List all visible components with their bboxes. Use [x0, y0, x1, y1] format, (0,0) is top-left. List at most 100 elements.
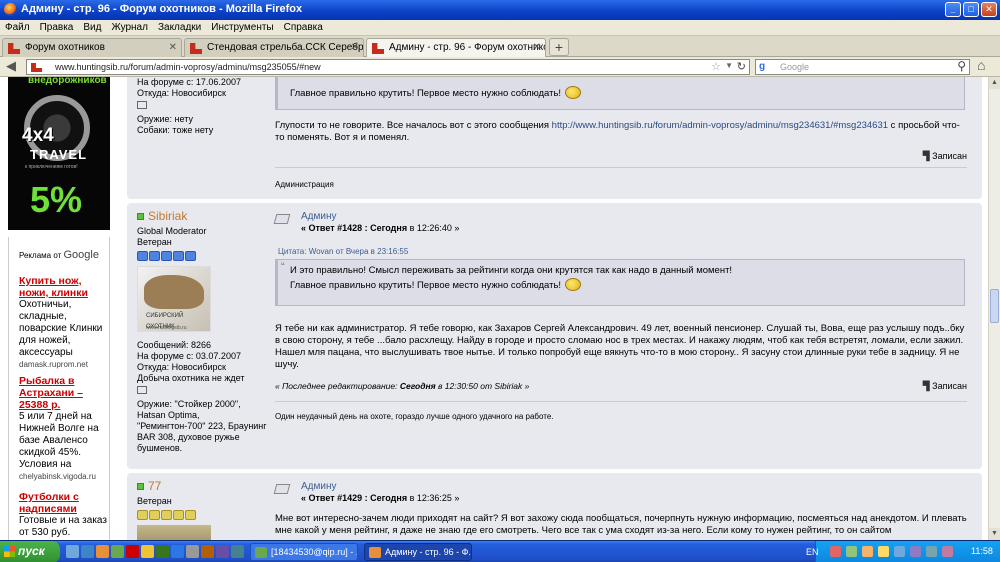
post-link[interactable]: http://www.huntingsib.ru/forum/admin-vop… — [552, 120, 888, 131]
taskbar-firefox[interactable]: Админу - стр. 96 - Ф... — [364, 543, 472, 561]
tab-shooting[interactable]: Стендовая стрельба.ССК Серебряное ... ✕ — [184, 38, 364, 57]
avatar — [137, 525, 211, 540]
tray-icon[interactable] — [862, 546, 873, 557]
menu-tools[interactable]: Инструменты — [206, 20, 278, 33]
record-icon: ▜ — [922, 381, 930, 391]
menu-view[interactable]: Вид — [78, 20, 106, 33]
reload-icon[interactable]: ↻ — [737, 60, 746, 73]
app-icon[interactable] — [231, 545, 244, 558]
minimize-button[interactable]: _ — [945, 2, 961, 17]
poster-weapon: Оружие: нету — [137, 114, 193, 124]
close-button[interactable]: ✕ — [981, 2, 997, 17]
scroll-up-icon[interactable]: ▲ — [989, 77, 1000, 89]
last-edit: « Последнее редактирование: Сегодня в 12… — [275, 381, 530, 391]
firefox-icon — [369, 547, 381, 558]
opera-icon[interactable] — [126, 545, 139, 558]
smiley-icon — [565, 86, 582, 99]
tab-adminu[interactable]: Админу - стр. 96 - Форум охотников ✕ — [366, 38, 546, 58]
quote-text: Главное правильно крутить! Первое место … — [290, 280, 562, 291]
ad-title[interactable]: Футболки с надписями — [19, 491, 109, 515]
tab-label: Стендовая стрельба.ССК Серебряное ... — [207, 42, 364, 53]
tab-forum[interactable]: Форум охотников ✕ — [2, 38, 182, 57]
ad-title[interactable]: Рыбалка в Астрахани – 25388 р. — [19, 375, 109, 411]
poster-weapon: Оружие: "Стойкер 2000", Hatsan Optima, "… — [137, 399, 267, 453]
start-button[interactable]: пуск — [0, 541, 60, 562]
maximize-button[interactable]: □ — [963, 2, 979, 17]
taskbar-qip[interactable]: [18434530@qip.ru] - ... — [250, 543, 358, 561]
menu-history[interactable]: Журнал — [106, 20, 153, 33]
poster-name[interactable]: 77 — [137, 480, 267, 492]
tab-close-icon[interactable]: ✕ — [351, 42, 359, 53]
menu-file[interactable]: Файл — [0, 20, 35, 33]
online-status-icon — [137, 213, 144, 220]
post-subject[interactable]: Админу — [301, 211, 337, 222]
excel-icon[interactable] — [156, 545, 169, 558]
dropdown-arrow-icon[interactable]: ▼ — [725, 61, 733, 70]
tray-icon[interactable] — [894, 546, 905, 557]
home-icon[interactable]: ⌂ — [977, 57, 985, 73]
poster-name[interactable]: Sibiriak — [137, 210, 267, 222]
menu-help[interactable]: Справка — [279, 20, 328, 33]
ad-url[interactable]: chelyabinsk.vigoda.ru — [19, 471, 109, 483]
tray-icon[interactable] — [846, 546, 857, 557]
site-favicon-icon — [190, 43, 202, 54]
search-input[interactable]: g Google ⚲ — [755, 59, 970, 75]
windows-logo-icon — [4, 546, 15, 557]
rank-stars — [137, 251, 267, 262]
signature: Один неудачный день на охоте, гораздо лу… — [275, 412, 554, 421]
tab-close-icon[interactable]: ✕ — [169, 42, 177, 53]
rank-stars — [137, 510, 267, 521]
tab-close-icon[interactable]: ✕ — [533, 42, 541, 53]
smiley-icon — [565, 278, 582, 291]
tray-icon[interactable] — [830, 546, 841, 557]
scroll-down-icon[interactable]: ▼ — [989, 528, 1000, 540]
tab-bar: Форум охотников ✕ Стендовая стрельба.ССК… — [0, 36, 1000, 58]
post-meta: « Ответ #1429 : Сегодня в 12:36:25 » — [301, 493, 460, 503]
tab-label: Форум охотников — [25, 42, 105, 53]
ad-banner-discount: 5% — [30, 179, 83, 220]
qip-icon[interactable] — [111, 545, 124, 558]
app-icon[interactable] — [201, 545, 214, 558]
post-subject[interactable]: Админу — [301, 481, 337, 492]
ad-item: Футболки с надписями Готовые и на заказ … — [19, 491, 109, 539]
new-tab-button[interactable]: + — [549, 38, 569, 56]
folder-icon[interactable] — [141, 545, 154, 558]
menu-edit[interactable]: Правка — [35, 20, 79, 33]
ad-banner-4x4[interactable]: внедорожников 4x4 TRAVEL к приключениям … — [8, 77, 110, 230]
forum-post: Sibiriak Global Moderator Ветеран СИБИРС… — [127, 203, 982, 469]
menu-bookmarks[interactable]: Закладки — [153, 20, 206, 33]
ad-title[interactable]: Купить нож, ножи, клинки — [19, 275, 109, 299]
poster-location: Откуда: Новосибирск — [137, 362, 226, 372]
firefox-icon[interactable] — [96, 545, 109, 558]
tray-icon[interactable] — [910, 546, 921, 557]
ie-icon[interactable] — [81, 545, 94, 558]
tray-icon[interactable] — [926, 546, 937, 557]
tray-icon[interactable] — [878, 546, 889, 557]
url-bar[interactable]: www.huntingsib.ru/forum/admin-voprosy/ad… — [26, 59, 750, 75]
back-arrow-icon[interactable]: ◀ — [6, 58, 16, 74]
vertical-scrollbar[interactable]: ▲ ▼ — [988, 77, 1000, 540]
post-icon — [273, 214, 291, 224]
email-icon[interactable] — [137, 386, 147, 394]
poster-joined: На форуме с: 03.07.2007 — [137, 351, 241, 361]
app-icon[interactable] — [216, 545, 229, 558]
qip-icon — [255, 547, 267, 558]
word-icon[interactable] — [171, 545, 184, 558]
desktop-icon[interactable] — [66, 545, 79, 558]
bookmark-star-icon[interactable]: ☆ — [711, 60, 721, 73]
quote-text: И это правильно! Смысл переживать за рей… — [290, 265, 733, 276]
email-icon[interactable] — [137, 101, 147, 109]
search-icon[interactable]: ⚲ — [957, 59, 966, 73]
tray-icon[interactable] — [942, 546, 953, 557]
google-icon: g — [759, 61, 766, 72]
app-icon[interactable] — [186, 545, 199, 558]
poster-info: 77 Ветеран — [137, 480, 267, 540]
poster-dogs: Собаки: тоже нету — [137, 125, 214, 135]
language-indicator[interactable]: EN — [806, 547, 819, 557]
scroll-thumb[interactable] — [990, 289, 999, 323]
quote-header[interactable]: Цитата: Wovan от Вчера в 23:16:55 — [278, 247, 408, 256]
recorded-label: ▜ Записан — [922, 151, 967, 161]
recorded-label: ▜ Записан — [922, 381, 967, 391]
ad-url[interactable]: damask.ruprom.net — [19, 359, 109, 371]
ad-text: 5 или 7 дней на Нижней Волге на базе Ава… — [19, 411, 99, 470]
